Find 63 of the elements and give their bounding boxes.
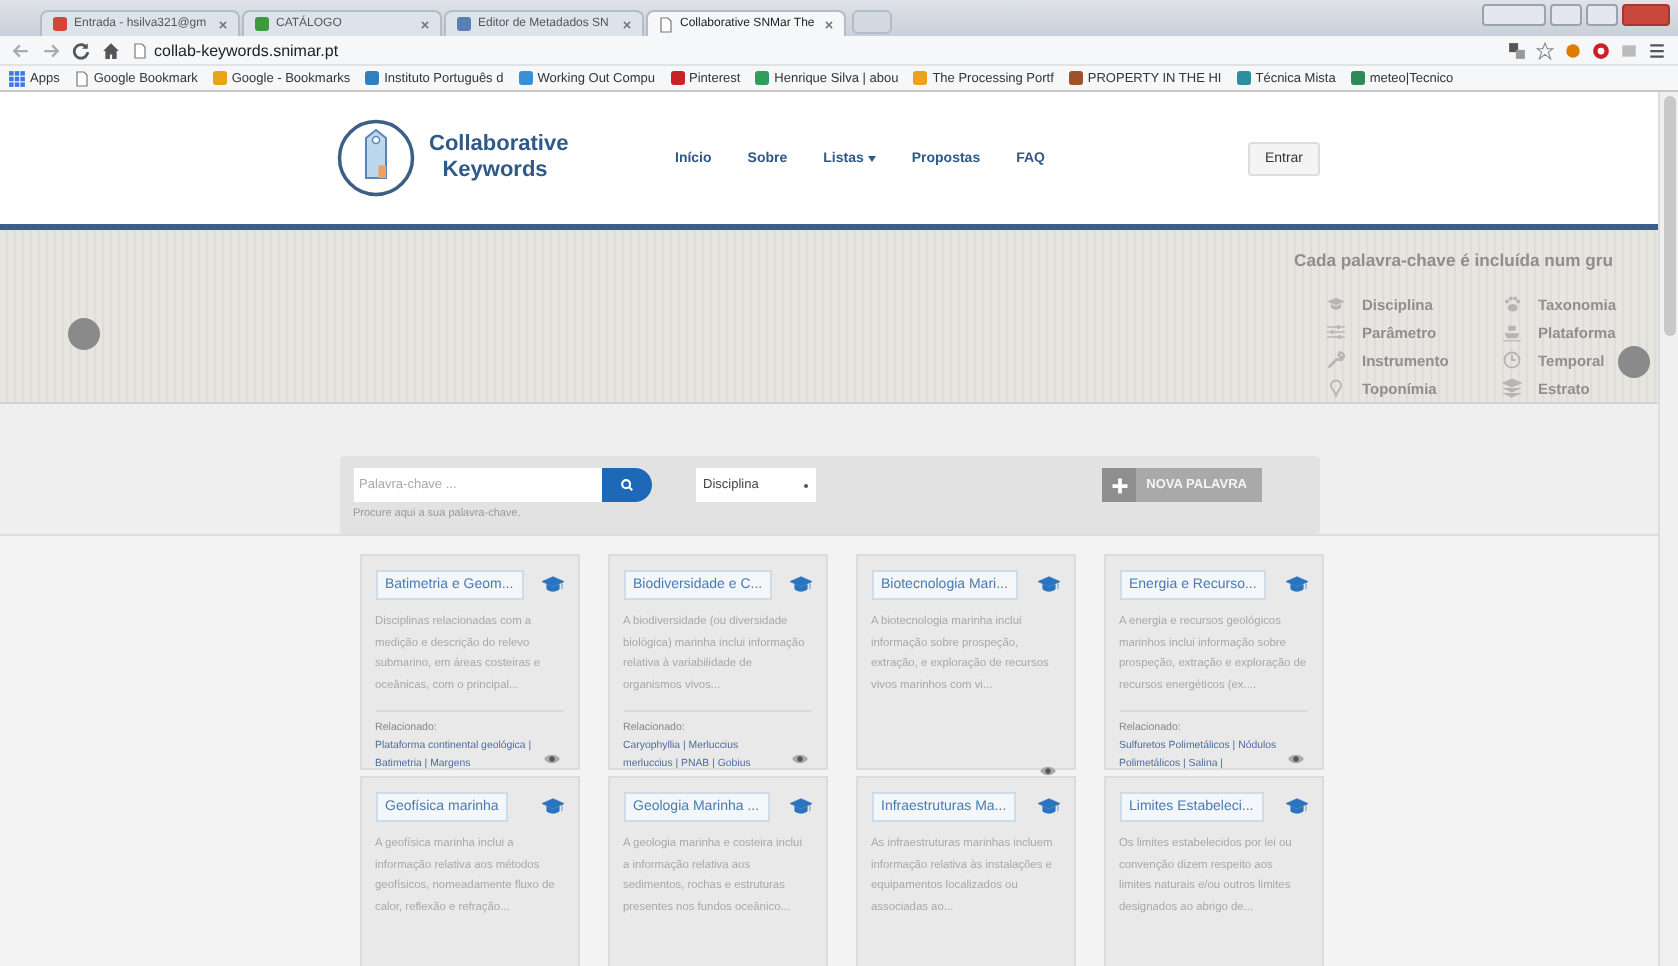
minimize-button[interactable]	[1550, 4, 1582, 26]
eye-icon	[539, 750, 563, 768]
eye-icon	[787, 750, 811, 768]
ship-icon	[1502, 322, 1522, 342]
caret-icon	[803, 483, 807, 487]
site-favicon-icon	[254, 16, 270, 32]
graduation-cap-icon	[1037, 796, 1059, 818]
close-button[interactable]	[1622, 4, 1670, 26]
eye-icon	[1035, 762, 1059, 780]
apps-grid-icon	[8, 69, 26, 87]
extension-icon	[1564, 41, 1582, 59]
maximize-button[interactable]	[1586, 4, 1618, 26]
menu-icon	[1648, 41, 1666, 59]
site-favicon-icon	[211, 70, 228, 86]
wrench-icon	[1326, 350, 1346, 370]
home-icon	[102, 41, 120, 59]
graduation-cap-icon	[1037, 574, 1059, 596]
close-icon	[420, 19, 430, 29]
search-icon	[619, 478, 633, 492]
new-tab-button[interactable]	[852, 10, 892, 34]
translate-icon	[1508, 41, 1526, 59]
graduation-cap-icon	[789, 574, 811, 596]
tag-logo-icon	[335, 118, 415, 198]
close-icon	[824, 19, 834, 29]
site-favicon-icon	[912, 70, 929, 86]
site-favicon-icon	[669, 70, 685, 86]
address-field[interactable]: collab-keywords.snimar.pt	[154, 41, 339, 59]
site-favicon-icon	[754, 70, 771, 86]
graduation-cap-icon	[1326, 294, 1346, 314]
close-icon	[622, 19, 632, 29]
layers-icon	[1502, 378, 1522, 398]
graduation-cap-icon	[1285, 574, 1307, 596]
carousel-prev-button[interactable]	[68, 318, 100, 350]
pinterest-icon	[1592, 41, 1610, 59]
back-arrow-icon	[12, 41, 30, 59]
scrollbar[interactable]	[1658, 92, 1678, 966]
graduation-cap-icon	[541, 574, 563, 596]
profile-button[interactable]	[1482, 4, 1546, 26]
graduation-cap-icon	[1285, 796, 1307, 818]
forward-arrow-icon	[42, 41, 60, 59]
eye-icon	[1283, 750, 1307, 768]
site-favicon-icon	[364, 70, 381, 86]
site-favicon-icon	[1067, 70, 1084, 86]
close-icon	[218, 19, 228, 29]
site-favicon-icon	[52, 16, 68, 32]
site-favicon-icon	[456, 16, 472, 32]
page-icon	[132, 41, 148, 59]
sliders-icon	[1326, 322, 1346, 342]
map-pin-icon	[1326, 378, 1346, 398]
carousel-next-button[interactable]	[1618, 346, 1650, 378]
clock-icon	[1502, 350, 1522, 370]
paw-icon	[1502, 294, 1522, 314]
reload-icon	[72, 41, 90, 59]
extension-icon	[1620, 41, 1638, 59]
site-favicon-icon	[517, 70, 534, 86]
search-button[interactable]	[601, 468, 651, 502]
site-favicon-icon	[1235, 70, 1252, 86]
graduation-cap-icon	[541, 796, 563, 818]
site-favicon-icon	[1349, 70, 1366, 86]
banner-heading: Cada palavra-chave é incluída num gru	[1294, 250, 1616, 270]
graduation-cap-icon	[789, 796, 811, 818]
star-icon	[1536, 41, 1554, 59]
plus-icon	[1109, 475, 1130, 495]
